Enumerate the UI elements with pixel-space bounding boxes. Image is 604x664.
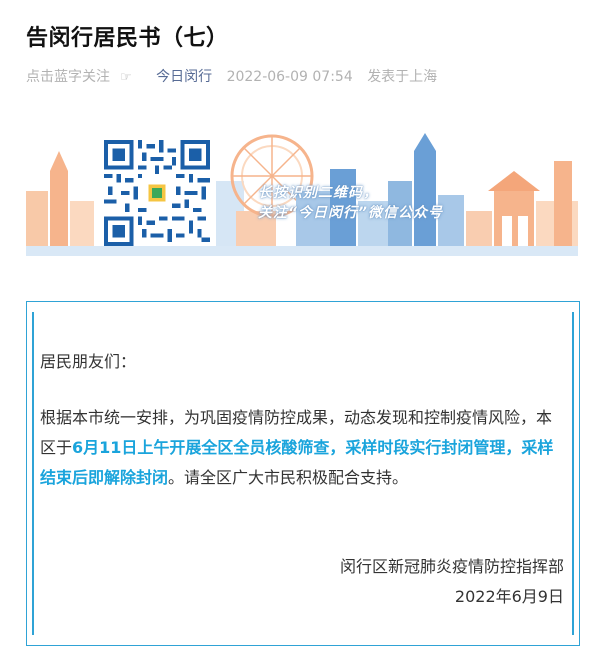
- follow-hint[interactable]: 点击蓝字关注 ☞: [26, 69, 142, 85]
- qr-banner: 长按识别二维码， 关注“今日闵行”微信公众号: [26, 121, 578, 256]
- notice-date: 2022年6月9日: [454, 587, 564, 606]
- article-title: 告闵行居民书（七）: [26, 26, 229, 51]
- qr-code[interactable]: [104, 140, 210, 246]
- publish-location: 发表于上海: [367, 69, 438, 85]
- notice-signature: 闵行区新冠肺炎疫情防控指挥部: [339, 557, 564, 576]
- account-link[interactable]: 今日闵行: [156, 69, 212, 85]
- notice-greeting: 居民朋友们：: [40, 352, 137, 371]
- publish-datetime: 2022-06-09 07:54: [226, 69, 353, 85]
- pointing-hand-icon: ☞: [120, 70, 132, 85]
- notice-paragraph: 根据本市统一安排，为巩固疫情防控成果，动态发现和控制疫情风险，本区于6月11日上…: [40, 408, 554, 487]
- notice-signature-block: 闵行区新冠肺炎疫情防控指挥部 2022年6月9日: [340, 552, 564, 612]
- article-meta: 点击蓝字关注 ☞ 今日闵行 2022-06-09 07:54 发表于上海: [26, 66, 447, 86]
- banner-caption: 长按识别二维码， 关注“今日闵行”微信公众号: [258, 185, 444, 221]
